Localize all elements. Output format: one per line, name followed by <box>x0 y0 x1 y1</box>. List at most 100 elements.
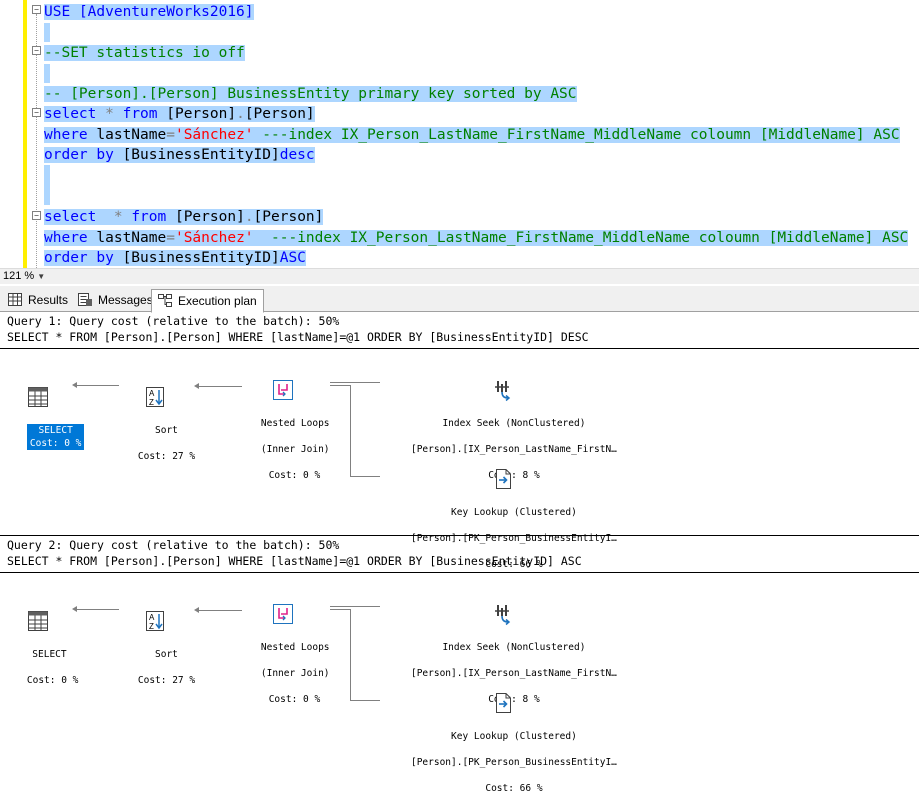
plan-node-select[interactable]: SELECT Cost: 0 % <box>4 583 78 700</box>
node-cost: Cost: 0 % <box>268 470 321 481</box>
code-comment: ---index IX_Person_LastName_FirstName_Mi… <box>253 127 900 143</box>
code-keyword: order by <box>44 147 114 163</box>
code-operator: . <box>244 209 254 225</box>
code-keyword: where <box>44 127 88 143</box>
code-text: [Person] <box>253 209 324 225</box>
code-line[interactable]: USE [AdventureWorks2016] <box>44 2 254 22</box>
node-subtitle: (Inner Join) <box>260 668 330 679</box>
collapse-toggle[interactable]: − <box>32 108 41 117</box>
plan-node-sort[interactable]: AZ Sort Cost: 27 % <box>115 359 195 476</box>
divider <box>0 572 919 573</box>
query-cost-header: Query 1: Query cost (relative to the bat… <box>7 314 340 328</box>
node-cost: Cost: 27 % <box>137 675 196 686</box>
plan-node-sort[interactable]: AZ Sort Cost: 27 % <box>115 583 195 700</box>
plan-connector <box>74 385 119 386</box>
node-object: [Person].[PK_Person_BusinessEntityI… <box>410 757 617 768</box>
node-subtitle: (Inner Join) <box>260 444 330 455</box>
sort-icon: AZ <box>146 387 164 407</box>
results-tab-strip: Results Messages Execution plan <box>0 286 919 313</box>
grid-icon <box>8 293 22 306</box>
chevron-down-icon[interactable]: ▼ <box>37 269 45 284</box>
plan-node-select[interactable]: SELECT Cost: 0 % <box>4 359 85 463</box>
code-text: lastName <box>87 127 167 143</box>
node-title: Sort <box>155 425 178 436</box>
plan-connector <box>330 606 380 607</box>
plan-connector <box>196 610 242 611</box>
nested-loops-icon <box>273 380 293 400</box>
code-line[interactable]: where lastName='Sánchez' ---index IX_Per… <box>44 125 900 145</box>
node-cost: Cost: 27 % <box>137 451 196 462</box>
code-line[interactable]: order by [BusinessEntityID]desc <box>44 145 315 165</box>
code-keyword: desc <box>279 147 315 163</box>
code-line[interactable]: select * from [Person].[Person] <box>44 104 315 124</box>
code-line[interactable]: where lastName='Sánchez' ---index IX_Per… <box>44 228 909 248</box>
selection-highlight <box>44 165 50 205</box>
node-cost: Cost: 0 % <box>268 694 321 705</box>
query-editor[interactable]: − − − − USE [AdventureWorks2016] --SET s… <box>0 0 919 268</box>
arrow-left-icon <box>72 606 77 612</box>
sort-icon: AZ <box>146 611 164 631</box>
plan-connector <box>330 609 350 610</box>
code-comment: -- [Person].[Person] BusinessEntity prim… <box>44 86 577 102</box>
node-title: Nested Loops <box>260 642 330 653</box>
plan-connector <box>196 386 242 387</box>
code-text: USE [AdventureWorks2016] <box>44 4 254 20</box>
node-title: Key Lookup (Clustered) <box>451 507 577 518</box>
execution-plan-icon <box>158 294 172 307</box>
node-title: Nested Loops <box>260 418 330 429</box>
code-keyword: order by <box>44 250 114 266</box>
code-keyword: from <box>122 106 158 122</box>
code-keyword: select <box>44 106 97 122</box>
divider <box>0 535 919 536</box>
node-cost: Cost: 0 % <box>26 675 79 686</box>
key-lookup-icon <box>495 693 511 713</box>
tab-execution-plan[interactable]: Execution plan <box>151 289 264 313</box>
code-line[interactable]: order by [BusinessEntityID]ASC <box>44 248 306 268</box>
table-icon <box>28 387 48 407</box>
node-cost: Cost: 66 % <box>485 783 543 794</box>
plan-node-key-lookup[interactable]: Key Lookup (Clustered) [Person].[PK_Pers… <box>380 665 625 808</box>
code-string: 'Sánchez' <box>174 230 254 246</box>
code-line[interactable]: --SET statistics io off <box>44 43 245 63</box>
svg-text:Z: Z <box>149 398 154 407</box>
code-keyword: select <box>44 209 97 225</box>
zoom-bar: 121 % ▼ <box>0 268 919 284</box>
messages-icon <box>78 293 92 306</box>
divider <box>0 348 919 349</box>
nested-loops-icon <box>273 604 293 624</box>
collapse-toggle[interactable]: − <box>32 5 41 14</box>
node-title: SELECT <box>38 425 73 436</box>
code-keyword: from <box>131 209 167 225</box>
code-line[interactable]: select * from [Person].[Person] <box>44 207 324 227</box>
code-comment: ---index IX_Person_LastName_FirstName_Mi… <box>253 230 909 246</box>
code-line[interactable]: -- [Person].[Person] BusinessEntity prim… <box>44 84 577 104</box>
code-keyword: where <box>44 230 88 246</box>
node-cost: Cost: 0 % <box>29 438 82 449</box>
code-operator: * <box>96 209 132 225</box>
collapse-toggle[interactable]: − <box>32 211 41 220</box>
query-sql-text: SELECT * FROM [Person].[Person] WHERE [l… <box>7 554 582 568</box>
plan-node-nested-loops[interactable]: Nested Loops (Inner Join) Cost: 0 % <box>238 352 330 495</box>
svg-text:Z: Z <box>149 622 154 631</box>
plan-connector <box>330 382 380 383</box>
tab-results[interactable]: Results <box>2 289 74 311</box>
tab-label: Results <box>28 293 69 307</box>
tab-messages[interactable]: Messages <box>72 289 159 311</box>
change-tracking-margin <box>23 0 27 268</box>
node-title: Index Seek (NonClustered) <box>442 418 586 429</box>
code-text: [Person] <box>157 106 237 122</box>
plan-connector <box>350 609 351 700</box>
code-comment: --SET statistics io off <box>44 45 245 61</box>
code-operator: = <box>166 127 175 143</box>
zoom-level-select[interactable]: 121 % ▼ <box>3 270 45 282</box>
code-operator: * <box>96 106 123 122</box>
node-title: Sort <box>155 649 178 660</box>
plan-node-nested-loops[interactable]: Nested Loops (Inner Join) Cost: 0 % <box>238 576 330 719</box>
code-operator: = <box>166 230 175 246</box>
selection-highlight <box>44 23 50 42</box>
key-lookup-icon <box>495 469 511 489</box>
node-label: SELECT Cost: 0 % <box>26 424 85 450</box>
query-sql-text: SELECT * FROM [Person].[Person] WHERE [l… <box>7 330 589 344</box>
collapse-toggle[interactable]: − <box>32 46 41 55</box>
tab-label: Messages <box>98 293 153 307</box>
